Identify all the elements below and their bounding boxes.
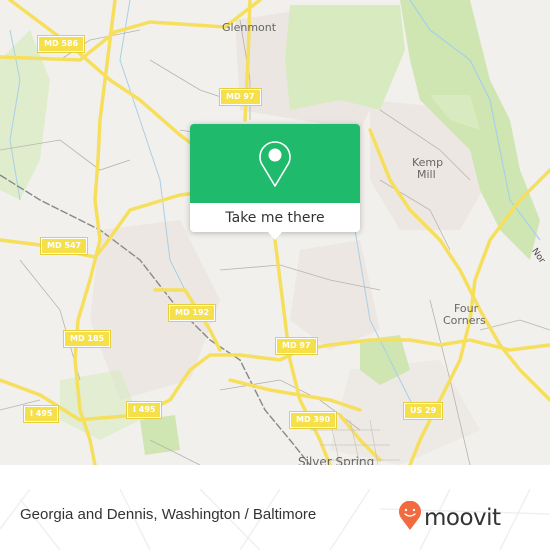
take-me-there-button[interactable]: Take me there xyxy=(190,203,360,232)
road-shield-md-192: MD 192 xyxy=(167,304,217,322)
moovit-pin-icon xyxy=(398,500,422,535)
road-shield-md-185: MD 185 xyxy=(62,330,112,348)
road-shield-md-586: MD 586 xyxy=(36,35,86,53)
place-label-silver-spring: Silver Spring xyxy=(298,455,375,465)
road-shield-us-29: US 29 xyxy=(402,402,444,420)
road-shield-md-390: MD 390 xyxy=(288,411,338,429)
place-label-kemp-mill-line2: Mill xyxy=(417,168,436,181)
moovit-logo[interactable]: moovit xyxy=(398,500,501,535)
road-shield-i-495-east: I 495 xyxy=(125,401,163,419)
footer-bar: Georgia and Dennis, Washington / Baltimo… xyxy=(0,489,550,550)
road-shield-md-547: MD 547 xyxy=(39,237,89,255)
popup-header xyxy=(190,124,360,203)
road-shield-md-97-north: MD 97 xyxy=(219,88,262,106)
road-shield-i-495-west: I 495 xyxy=(22,405,60,423)
popup-pointer xyxy=(268,232,282,240)
map-view[interactable]: Glenmont Kemp Mill Four Corners Silver S… xyxy=(0,0,550,465)
road-shield-md-97-south: MD 97 xyxy=(275,337,318,355)
stop-title: Georgia and Dennis, Washington / Baltimo… xyxy=(20,506,317,523)
moovit-wordmark: moovit xyxy=(424,505,501,531)
location-popup: Take me there xyxy=(190,124,360,240)
place-label-glenmont: Glenmont xyxy=(222,21,277,34)
location-pin-icon xyxy=(256,136,294,192)
place-label-four-corners-line2: Corners xyxy=(443,314,486,327)
